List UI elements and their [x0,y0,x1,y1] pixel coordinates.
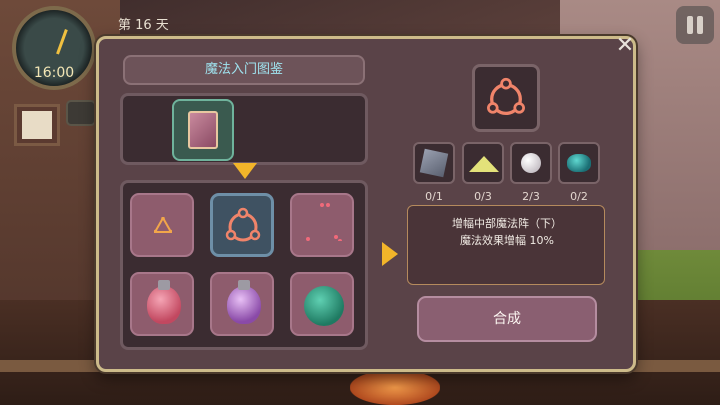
material-count-stone-tile: 0/1 [425,190,443,203]
craft-button[interactable]: 合成 [417,296,597,342]
recipe-cell-magic-circle[interactable] [210,193,274,257]
item-description-box: 增幅中部魔法阵（下） 魔法效果增幅 10% [407,205,605,285]
result-preview [472,64,540,132]
red-potion-icon [147,286,181,324]
material-count-pearl: 2/3 [522,190,540,203]
recipe-cell-purple-potion[interactable] [210,272,274,336]
arrow-right-icon [382,242,398,266]
material-count-teal-gem: 0/2 [570,190,588,203]
quest-note-button[interactable] [14,104,60,146]
pearl-icon [521,153,541,173]
panel-title: 魔法入门图鉴 [123,55,365,85]
recipe-cell-red-potion[interactable] [130,272,194,336]
spellbook-icon [188,111,218,149]
material-stone-tile[interactable] [413,142,455,184]
magic-circle-icon [225,207,261,242]
spellbook-slot[interactable] [172,99,234,161]
stone-tile-icon [419,148,449,178]
description-line-2: 魔法效果增幅 10% [460,234,554,247]
close-button[interactable]: ✕ [612,33,638,59]
book-tray [120,93,368,165]
clock-widget: 16:00 [12,6,96,90]
description-line-1: 增幅中部魔法阵（下） [452,217,562,230]
note-paper-icon [22,111,52,139]
magic-circle-preview-icon [487,77,525,116]
potion-cork-icon [238,280,250,290]
pause-icon-bar [697,16,703,34]
material-yellow-powder[interactable] [462,142,504,184]
potion-cork-icon [158,280,170,290]
teal-gem-icon [567,154,591,172]
day-label: 第 16 天 [118,18,169,33]
arrow-down-icon [233,163,257,179]
green-orb-icon [304,286,344,326]
material-pearl[interactable] [510,142,552,184]
clock-hand-icon [56,29,68,55]
clock-time: 16:00 [33,65,75,81]
background-campfire [350,370,440,405]
purple-potion-icon [227,286,261,324]
material-count-yellow-powder: 0/3 [474,190,492,203]
side-menu-button[interactable] [66,100,96,126]
pause-button[interactable] [676,6,714,44]
yellow-powder-icon [469,156,499,172]
pause-icon [687,16,693,34]
recipe-cell-triangle-rune[interactable] [130,193,194,257]
dots-rune-icon [306,203,342,241]
triangle-rune-icon [154,217,172,233]
recipe-cell-green-orb[interactable] [290,272,354,336]
material-teal-gem[interactable] [558,142,600,184]
recipe-cell-dots-rune[interactable] [290,193,354,257]
